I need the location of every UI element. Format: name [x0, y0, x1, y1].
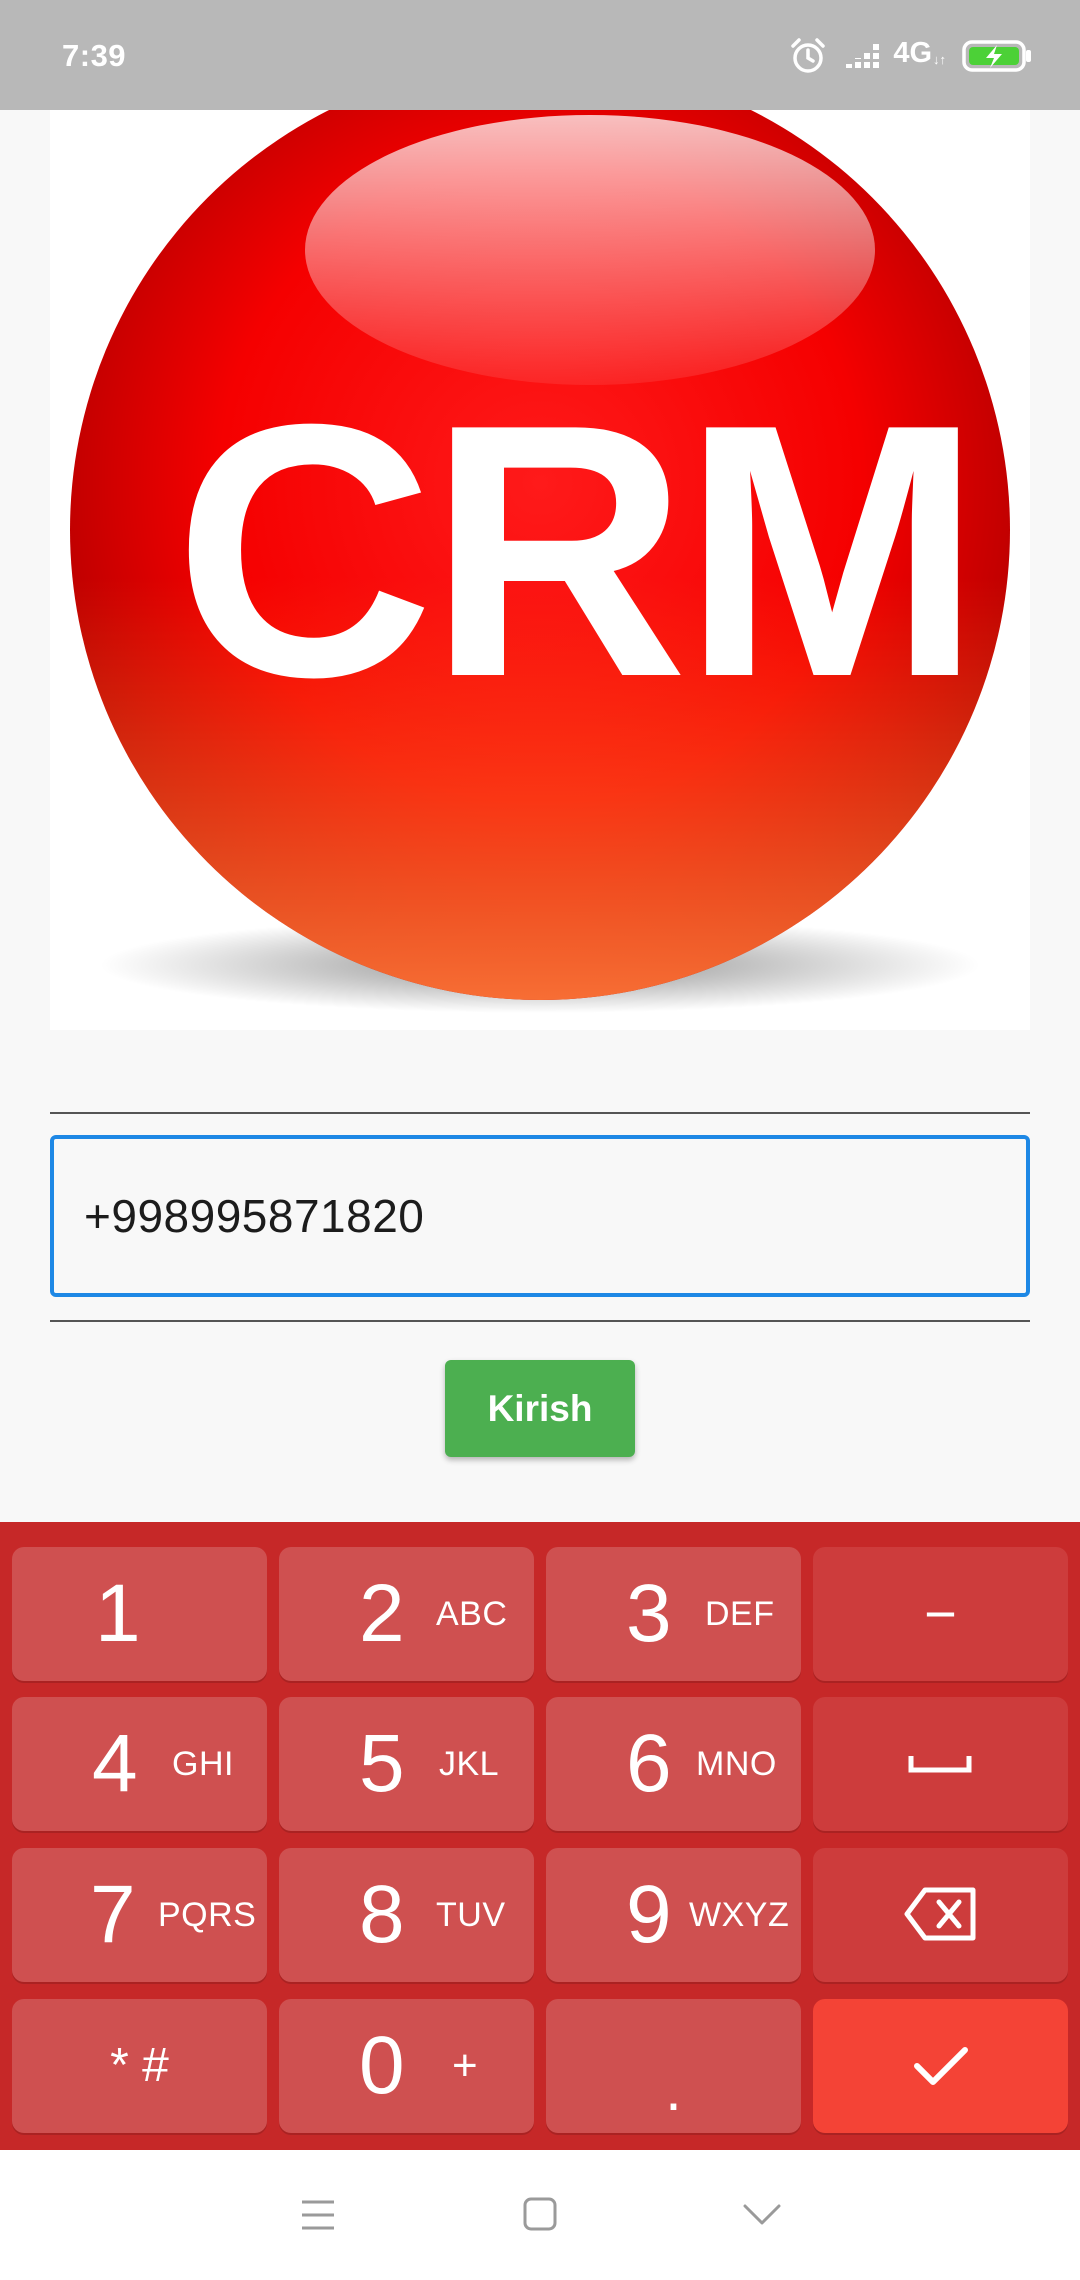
numeric-keypad: 1 2 ABC 3 DEF − 4 GHI 5 JKL 6 MNO 7 PQRS…: [0, 1522, 1080, 2150]
divider-top: [50, 1112, 1030, 1114]
network-4g-icon: 4G: [893, 37, 932, 69]
key-1[interactable]: 1: [12, 1547, 267, 1681]
key-digit: 3: [626, 1568, 672, 1659]
key-7[interactable]: 7 PQRS: [12, 1848, 267, 1982]
key-digit: 5: [359, 1718, 405, 1809]
alarm-icon: [791, 38, 825, 73]
checkmark-icon: [914, 2047, 968, 2085]
logo-text: CRM: [174, 350, 976, 752]
key-letters: JKL: [439, 1745, 500, 1783]
key-digit: 9: [626, 1869, 672, 1960]
key-digit: 1: [95, 1568, 141, 1659]
key-8[interactable]: 8 TUV: [279, 1848, 534, 1982]
key-2[interactable]: 2 ABC: [279, 1547, 534, 1681]
key-4[interactable]: 4 GHI: [12, 1697, 267, 1831]
phone-input-value: +998995871820: [84, 1190, 425, 1242]
key-confirm[interactable]: [813, 1999, 1068, 2133]
key-star-hash[interactable]: * #: [12, 1999, 267, 2133]
key-9[interactable]: 9 WXYZ: [546, 1848, 801, 1982]
key-symbol: −: [924, 1582, 957, 1645]
submit-button[interactable]: Kirish: [445, 1360, 635, 1457]
key-backspace[interactable]: [813, 1848, 1068, 1982]
navigation-bar: [0, 2150, 1080, 2280]
home-icon[interactable]: [522, 2196, 558, 2232]
key-letters: GHI: [172, 1745, 234, 1783]
backspace-icon: [904, 1887, 976, 1941]
key-3[interactable]: 3 DEF: [546, 1547, 801, 1681]
battery-charging-icon: [962, 40, 1031, 72]
key-space[interactable]: [813, 1697, 1068, 1831]
key-letters: PQRS: [158, 1896, 257, 1934]
phone-input[interactable]: +998995871820: [50, 1135, 1030, 1297]
signal-icon: [846, 44, 880, 68]
screen: 7:39 4G ↓↑ CRM +998995871820 Kirish 1 2 …: [0, 0, 1080, 2280]
key-digit: 4: [92, 1718, 138, 1809]
crm-logo: CRM: [50, 110, 1030, 1030]
divider-bottom: [50, 1320, 1030, 1322]
network-activity-icon: ↓↑: [933, 52, 946, 67]
key-digit: 7: [90, 1869, 136, 1960]
status-time: 7:39: [62, 38, 127, 73]
key-0[interactable]: 0 +: [279, 1999, 534, 2133]
key-letters: ABC: [436, 1595, 508, 1633]
key-symbol: .: [665, 2056, 682, 2124]
key-period[interactable]: .: [546, 1999, 801, 2133]
key-5[interactable]: 5 JKL: [279, 1697, 534, 1831]
key-letters: TUV: [436, 1896, 506, 1934]
key-letters: DEF: [705, 1595, 775, 1633]
key-letters: +: [452, 2041, 479, 2090]
key-digit: 2: [359, 1568, 405, 1659]
space-icon: [908, 1756, 972, 1773]
key-digit: 6: [626, 1718, 672, 1809]
key-minus[interactable]: −: [813, 1547, 1068, 1681]
key-6[interactable]: 6 MNO: [546, 1697, 801, 1831]
key-digit: 8: [359, 1869, 405, 1960]
back-icon[interactable]: [742, 2202, 782, 2228]
key-letters: WXYZ: [689, 1896, 790, 1934]
key-letters: MNO: [696, 1745, 777, 1783]
status-bar: 7:39 4G ↓↑: [0, 0, 1080, 110]
key-digit: 0: [359, 2020, 405, 2111]
key-symbol: * #: [110, 2039, 169, 2092]
menu-icon[interactable]: [300, 2198, 336, 2232]
